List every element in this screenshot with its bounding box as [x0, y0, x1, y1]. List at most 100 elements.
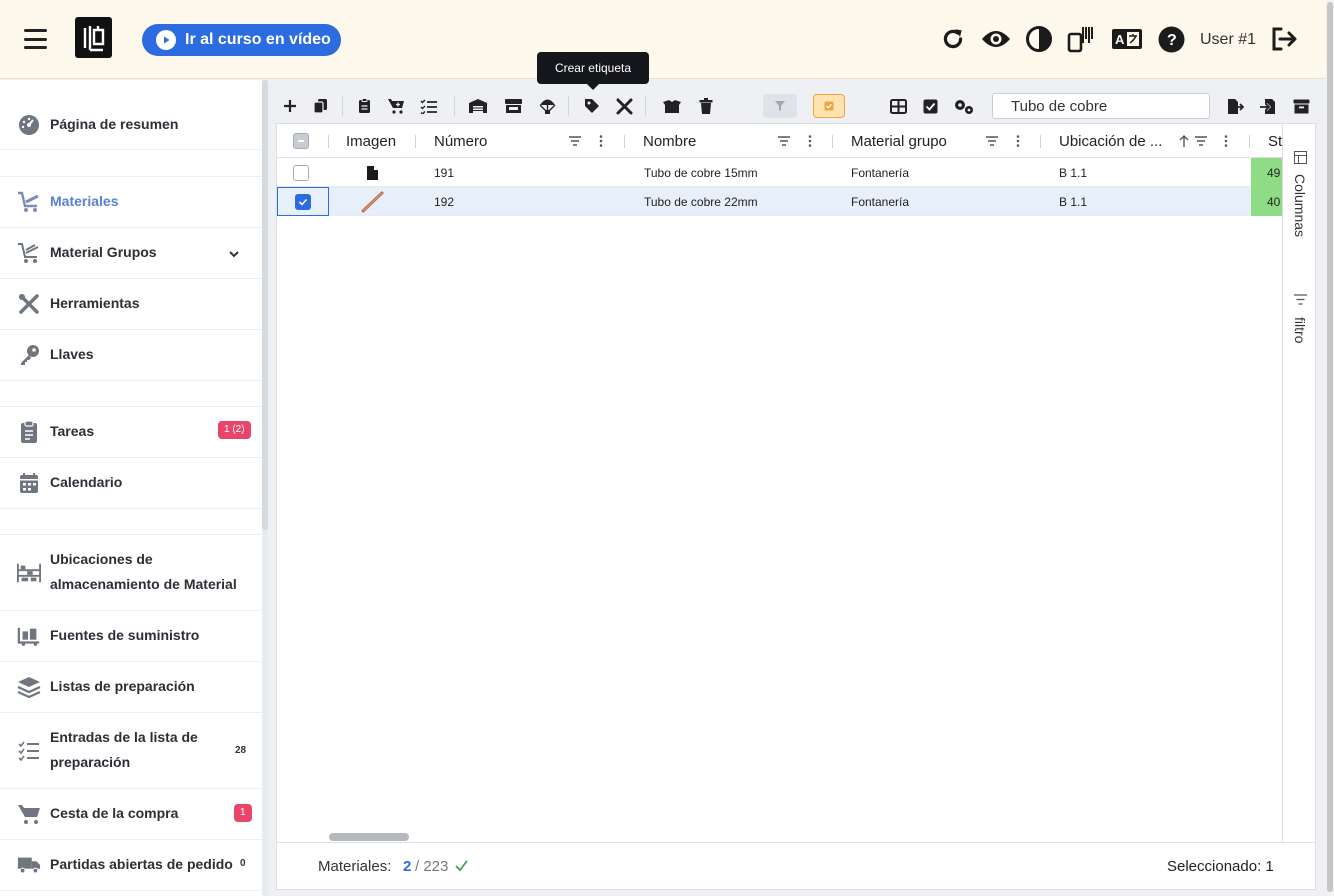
- clipboard-icon[interactable]: [351, 89, 377, 123]
- user-name[interactable]: User #1: [1200, 31, 1256, 49]
- checklist-icon[interactable]: [416, 89, 442, 123]
- logout-icon[interactable]: [1269, 24, 1299, 54]
- columns-icon[interactable]: [1294, 151, 1307, 164]
- sidebar-item-tasks[interactable]: Tareas 1 (2): [0, 407, 262, 458]
- sidebar-item-materials[interactable]: Materiales: [0, 177, 262, 228]
- sidebar-item-tools[interactable]: Herramientas: [0, 279, 262, 330]
- barcode-device-icon[interactable]: [1066, 24, 1096, 54]
- row-checkbox[interactable]: [277, 187, 329, 216]
- checkbox-select-icon[interactable]: [917, 89, 943, 123]
- sidebar-item-shopping-cart[interactable]: Cesta de la compra 1: [0, 789, 262, 840]
- tasks-badge: 1 (2): [218, 421, 251, 439]
- cart-icon: [17, 190, 41, 214]
- sidebar-item-label: Calendario: [50, 474, 123, 490]
- archive-icon[interactable]: [1288, 89, 1314, 123]
- sidebar-item-storage-locations[interactable]: Ubicaciones de almacenamiento de Materia…: [0, 535, 262, 611]
- sidebar-item-pick-list-entries[interactable]: Entradas de la lista de preparación 28: [0, 713, 262, 789]
- column-menu-icon[interactable]: [594, 134, 608, 148]
- file-icon: [366, 158, 379, 187]
- filter-icon[interactable]: [1294, 294, 1307, 305]
- sidebar-item-material-groups[interactable]: Material Grupos: [0, 228, 262, 279]
- materials-count-label: Materiales:: [318, 858, 392, 875]
- store-icon[interactable]: [500, 89, 526, 123]
- video-course-label: Ir al curso en vídeo: [185, 31, 331, 48]
- warehouse-icon[interactable]: [465, 89, 491, 123]
- trash-icon[interactable]: [693, 89, 719, 123]
- translate-icon[interactable]: A: [1111, 24, 1143, 54]
- box-open-icon[interactable]: [659, 89, 685, 123]
- eye-icon[interactable]: [981, 24, 1011, 54]
- filter-icon[interactable]: [985, 134, 999, 148]
- grid-header: Imagen Número Nombre Material grupo Ubic…: [277, 124, 1282, 158]
- filter-tab[interactable]: filtro: [1292, 317, 1308, 343]
- row-checkbox[interactable]: [293, 158, 309, 187]
- sidebar-item-open-orders[interactable]: Partidas abiertas de pedido 0: [0, 840, 262, 891]
- sidebar-item-pick-lists[interactable]: Listas de preparación: [0, 662, 262, 713]
- export-icon[interactable]: [1222, 89, 1248, 123]
- table-row[interactable]: 191 Tubo de cobre 15mm Fontanería B 1.1 …: [277, 158, 1282, 187]
- filter-icon[interactable]: [568, 134, 582, 148]
- sidebar-scrollbar[interactable]: [262, 80, 268, 896]
- cell-material-group: Fontanería: [851, 165, 910, 180]
- settings-gears-icon[interactable]: [951, 89, 977, 123]
- sort-ascending-icon[interactable]: [1177, 134, 1191, 148]
- select-all-checkbox[interactable]: [293, 124, 309, 158]
- chevron-down-icon[interactable]: [228, 248, 240, 260]
- sidebar-item-label: Herramientas: [50, 295, 140, 311]
- layers-icon: [17, 675, 41, 699]
- calendar-icon: [17, 471, 41, 495]
- video-course-button[interactable]: Ir al curso en vídeo: [142, 24, 341, 56]
- column-header-material-group[interactable]: Material grupo: [851, 124, 947, 158]
- sidebar-divider: [0, 509, 262, 535]
- column-header-name[interactable]: Nombre: [643, 124, 696, 158]
- funnel-icon: [775, 101, 785, 111]
- sidebar-item-label: Material Grupos: [50, 244, 157, 260]
- cart-badge: 1: [234, 804, 252, 822]
- parachute-icon[interactable]: [534, 89, 560, 123]
- filter-icon[interactable]: [777, 134, 791, 148]
- sidebar-item-dashboard[interactable]: Página de resumen: [0, 100, 262, 150]
- cell-number: 192: [434, 194, 455, 209]
- app-logo[interactable]: [75, 17, 112, 58]
- column-header-number[interactable]: Número: [434, 124, 487, 158]
- cell-number: 191: [434, 165, 455, 180]
- copy-icon[interactable]: [307, 89, 333, 123]
- help-icon[interactable]: ?: [1156, 24, 1186, 54]
- column-menu-icon[interactable]: [803, 134, 817, 148]
- sidebar-item-label: Cesta de la compra: [50, 805, 179, 821]
- sidebar-item-keys[interactable]: Llaves: [0, 330, 262, 381]
- table-row[interactable]: 192 Tubo de cobre 22mm Fontanería B 1.1 …: [277, 187, 1282, 216]
- grid-side-panel: Columnas filtro: [1282, 124, 1315, 842]
- menu-icon[interactable]: [24, 29, 47, 49]
- highlight-toggle-button[interactable]: [813, 94, 845, 118]
- columns-tab[interactable]: Columnas: [1292, 174, 1308, 237]
- column-header-location[interactable]: Ubicación de ...: [1059, 124, 1162, 158]
- page-scrollbar[interactable]: [1326, 0, 1334, 896]
- horizontal-scrollbar[interactable]: [329, 833, 409, 841]
- sidebar-item-calendar[interactable]: Calendario: [0, 458, 262, 509]
- refresh-icon[interactable]: [938, 24, 968, 54]
- table-layout-icon[interactable]: [885, 89, 911, 123]
- cell-name: Tubo de cobre 15mm: [644, 165, 758, 180]
- tag-icon[interactable]: [579, 89, 605, 123]
- column-header-stock[interactable]: St: [1268, 124, 1282, 158]
- check-icon: [455, 860, 468, 872]
- sidebar-item-label: Página de resumen: [50, 116, 179, 132]
- column-menu-icon[interactable]: [1219, 134, 1233, 148]
- svg-text:?: ?: [1167, 32, 1177, 49]
- pick-entries-count: 28: [235, 745, 247, 756]
- add-icon[interactable]: [277, 89, 303, 123]
- tools-icon: [17, 292, 41, 316]
- search-input[interactable]: [992, 93, 1210, 119]
- sidebar-item-label: Listas de preparación: [50, 678, 195, 694]
- tools-icon[interactable]: [611, 89, 637, 123]
- add-to-cart-icon[interactable]: [383, 89, 409, 123]
- column-header-image[interactable]: Imagen: [346, 124, 396, 158]
- sidebar-item-supply-sources[interactable]: Fuentes de suministro: [0, 611, 262, 662]
- filter-toggle-button[interactable]: [763, 94, 797, 118]
- column-menu-icon[interactable]: [1011, 134, 1025, 148]
- contrast-icon[interactable]: [1024, 24, 1054, 54]
- grid-footer: Materiales: 2 / 223 Seleccionado: 1: [277, 842, 1315, 889]
- filter-icon[interactable]: [1194, 134, 1208, 148]
- import-icon[interactable]: [1255, 89, 1281, 123]
